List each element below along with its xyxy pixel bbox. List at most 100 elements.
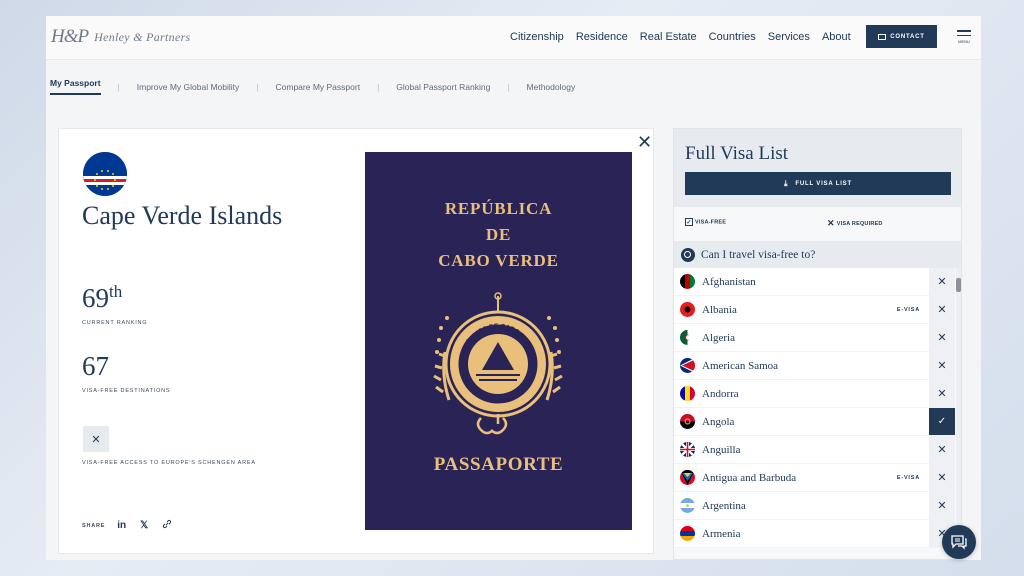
close-icon[interactable]: ✕ bbox=[637, 133, 652, 151]
ranking-number: 69 bbox=[82, 283, 109, 313]
subnav-compare-passport[interactable]: Compare My Passport bbox=[276, 82, 361, 92]
nav-countries[interactable]: Countries bbox=[709, 31, 756, 43]
main-nav: Citizenship Residence Real Estate Countr… bbox=[510, 31, 863, 43]
visa-required-icon: ✕ bbox=[929, 492, 955, 519]
visa-required-icon: ✕ bbox=[929, 324, 955, 351]
armenia-flag-icon bbox=[680, 526, 695, 541]
visa-legend: ✓ VISA-FREE ✕ VISA REQUIRED bbox=[685, 218, 955, 229]
site-logo[interactable]: H&P Henley & Partners bbox=[51, 26, 191, 48]
subnav-improve-mobility[interactable]: Improve My Global Mobility bbox=[137, 82, 240, 92]
country-name: Andorra bbox=[702, 387, 739, 400]
chat-icon bbox=[951, 535, 967, 550]
country-name: Angola bbox=[702, 415, 735, 428]
list-scrollbar[interactable] bbox=[956, 268, 961, 560]
visa-tag: E-VISA bbox=[896, 474, 920, 481]
albania-flag-icon bbox=[680, 302, 695, 317]
legend-visa-free-label: VISA-FREE bbox=[695, 219, 727, 226]
country-name: Argentina bbox=[702, 499, 746, 512]
list-item[interactable]: American Samoa ✕ bbox=[674, 352, 955, 380]
nav-citizenship[interactable]: Citizenship bbox=[510, 31, 564, 43]
list-item[interactable]: Armenia ✕ bbox=[674, 520, 955, 548]
visa-free-caption: VISA-FREE DESTINATIONS bbox=[82, 388, 171, 394]
passport-line-3: CABO VERDE bbox=[438, 251, 559, 270]
subnav-divider: | bbox=[377, 81, 380, 92]
subnav-my-passport[interactable]: My Passport bbox=[50, 78, 101, 95]
share-label: SHARE bbox=[82, 522, 106, 529]
hamburger-line bbox=[957, 34, 971, 36]
menu-label: MENU bbox=[958, 39, 970, 44]
visa-search-bar[interactable]: Can I travel visa-free to? bbox=[674, 241, 961, 268]
nav-about[interactable]: About bbox=[822, 31, 851, 43]
linkedin-icon[interactable]: in bbox=[117, 520, 126, 531]
download-visa-list-button[interactable]: ⤓ FULL VISA LIST bbox=[685, 172, 951, 195]
list-item[interactable]: Anguilla ✕ bbox=[674, 436, 955, 464]
passport-card: ✕ Cape Verde Islands 69th CURRENT RANKIN… bbox=[58, 128, 654, 554]
menu-button[interactable]: MENU bbox=[957, 30, 971, 44]
country-name: Afghanistan bbox=[702, 275, 756, 288]
country-list: Afghanistan ✕ Albania E-VISA ✕ Algeria ✕… bbox=[674, 268, 955, 548]
list-item[interactable]: Albania E-VISA ✕ bbox=[674, 296, 955, 324]
legend-visa-required[interactable]: ✕ VISA REQUIRED bbox=[827, 218, 883, 229]
andorra-flag-icon bbox=[680, 386, 695, 401]
visa-required-icon: ✕ bbox=[929, 352, 955, 379]
passport-footer-text: PASSAPORTE bbox=[433, 454, 564, 475]
current-ranking-value: 69th bbox=[82, 282, 122, 314]
nav-real-estate[interactable]: Real Estate bbox=[640, 31, 697, 43]
site-header: H&P Henley & Partners Citizenship Reside… bbox=[46, 16, 981, 60]
argentina-flag-icon bbox=[680, 498, 695, 513]
logo-text: Henley & Partners bbox=[94, 29, 191, 44]
passport-cover-image: REPÚBLICA DE CABO VERDE REPÚBLICA DE CAB… bbox=[365, 152, 632, 530]
visa-free-count: 67 bbox=[82, 351, 109, 381]
passport-cover-title: REPÚBLICA DE CABO VERDE bbox=[365, 196, 632, 274]
list-item[interactable]: Afghanistan ✕ bbox=[674, 268, 955, 296]
download-icon: ⤓ bbox=[784, 178, 789, 188]
list-item[interactable]: Andorra ✕ bbox=[674, 380, 955, 408]
sub-nav: My Passport | Improve My Global Mobility… bbox=[50, 78, 575, 95]
scrollbar-thumb[interactable] bbox=[956, 278, 961, 292]
country-name: Albania bbox=[702, 303, 737, 316]
country-name: Algeria bbox=[702, 331, 735, 344]
link-icon[interactable] bbox=[162, 519, 172, 532]
legend-visa-required-label: VISA REQUIRED bbox=[836, 220, 883, 227]
ranking-suffix: th bbox=[109, 282, 123, 301]
antigua-barbuda-flag-icon bbox=[680, 470, 695, 485]
nav-services[interactable]: Services bbox=[768, 31, 810, 43]
subnav-global-ranking[interactable]: Global Passport Ranking bbox=[396, 82, 490, 92]
legend-visa-free[interactable]: ✓ VISA-FREE bbox=[685, 218, 827, 229]
contact-button[interactable]: CONTACT bbox=[866, 25, 937, 48]
search-input[interactable]: Can I travel visa-free to? bbox=[701, 249, 815, 261]
visa-required-icon: ✕ bbox=[929, 464, 955, 491]
country-name: Anguilla bbox=[702, 443, 741, 456]
visa-required-icon: ✕ bbox=[929, 436, 955, 463]
hamburger-icon bbox=[957, 30, 971, 32]
chat-button[interactable] bbox=[942, 525, 976, 559]
angola-flag-icon bbox=[680, 414, 695, 429]
country-name: Armenia bbox=[702, 527, 741, 540]
browser-frame: H&P Henley & Partners Citizenship Reside… bbox=[46, 16, 981, 560]
x-icon[interactable]: 𝕏 bbox=[140, 520, 148, 531]
visa-free-check-icon: ✓ bbox=[929, 408, 955, 435]
algeria-flag-icon bbox=[680, 330, 695, 345]
afghanistan-flag-icon bbox=[680, 274, 695, 289]
visa-panel-title: Full Visa List bbox=[685, 143, 789, 164]
list-item[interactable]: Angola ✓ bbox=[674, 408, 955, 436]
list-item[interactable]: Algeria ✕ bbox=[674, 324, 955, 352]
country-title: Cape Verde Islands bbox=[82, 201, 283, 230]
visa-tag: E-VISA bbox=[896, 306, 920, 313]
visa-list-panel: Full Visa List ⤓ FULL VISA LIST ✓ VISA-FR… bbox=[673, 128, 962, 560]
list-item[interactable]: Antigua and Barbuda E-VISA ✕ bbox=[674, 464, 955, 492]
american-samoa-flag-icon bbox=[680, 358, 695, 373]
subnav-divider: | bbox=[117, 81, 120, 92]
cape-verde-flag-icon bbox=[83, 152, 127, 196]
search-icon bbox=[681, 247, 695, 262]
list-item[interactable]: Argentina ✕ bbox=[674, 492, 955, 520]
nav-residence[interactable]: Residence bbox=[576, 31, 628, 43]
passport-seal-emblem: REPÚBLICA DE CABO VERDE bbox=[433, 292, 563, 435]
share-bar: SHARE in 𝕏 bbox=[82, 519, 186, 532]
country-name: Antigua and Barbuda bbox=[702, 471, 797, 484]
subnav-methodology[interactable]: Methodology bbox=[527, 82, 576, 92]
passport-line-1: REPÚBLICA bbox=[444, 199, 553, 218]
download-label: FULL VISA LIST bbox=[795, 180, 852, 187]
subnav-divider: | bbox=[507, 81, 510, 92]
logo-mark: H&P bbox=[51, 26, 89, 47]
